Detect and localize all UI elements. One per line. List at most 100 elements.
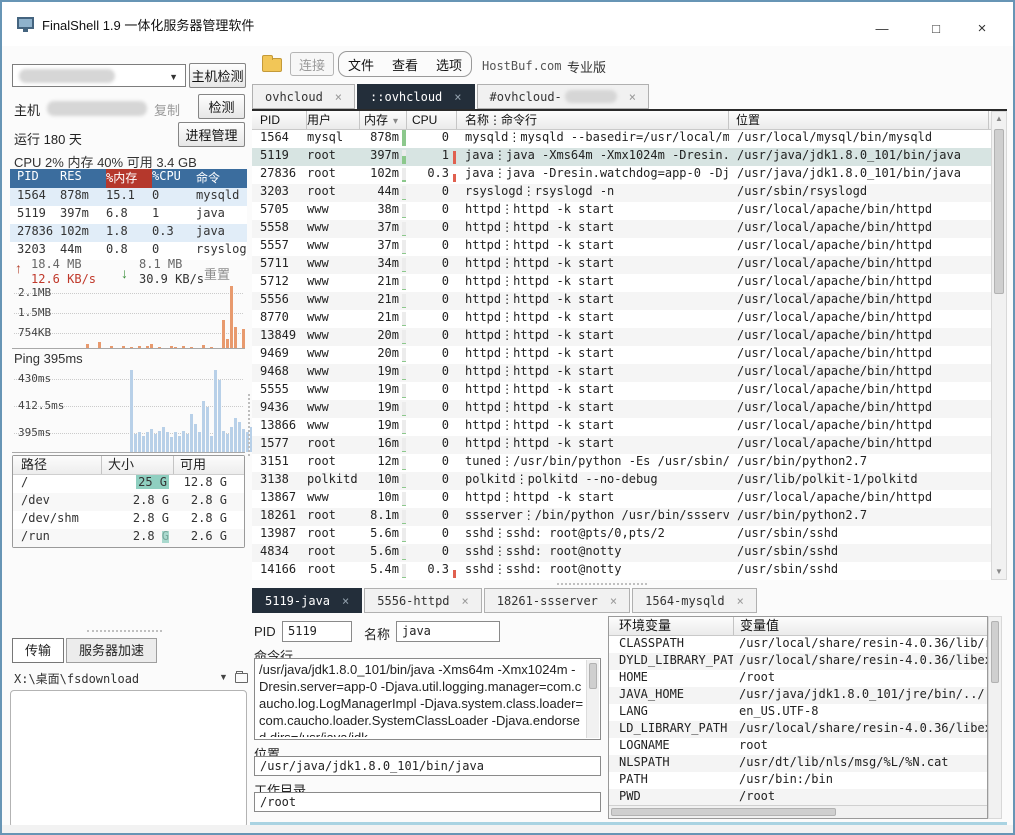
process-table-scrollbar[interactable]: ▲ ▼ bbox=[991, 111, 1007, 580]
location-field[interactable]: /usr/java/jdk1.8.0_101/bin/java bbox=[254, 756, 601, 776]
menu-view[interactable]: 查看 bbox=[392, 55, 418, 74]
scroll-up-icon[interactable]: ▲ bbox=[992, 112, 1006, 126]
column-header[interactable]: 位置 bbox=[729, 111, 989, 129]
scrollbar-thumb[interactable] bbox=[589, 663, 597, 689]
session-tab-ovhcloud[interactable]: #ovhcloud-× bbox=[477, 84, 649, 109]
close-tab-icon[interactable]: × bbox=[462, 594, 469, 608]
detail-tab-1564-mysqld[interactable]: 1564-mysqld× bbox=[632, 588, 757, 613]
process-row[interactable]: 13987root5.6m0sshd⋮sshd: root@pts/0,pts/… bbox=[252, 526, 991, 544]
name-field[interactable]: java bbox=[396, 621, 500, 642]
download-path[interactable]: X:\桌面\fsdownload bbox=[14, 670, 139, 687]
column-header[interactable]: 用户 bbox=[307, 111, 360, 129]
reset-link[interactable]: 重置 bbox=[204, 264, 230, 283]
hostbuf-link[interactable]: HostBuf.com bbox=[482, 59, 561, 73]
vertical-splitter-handle[interactable] bbox=[248, 394, 250, 456]
detail-tab-5119-java[interactable]: 5119-java× bbox=[252, 588, 362, 613]
process-row[interactable]: 8770www21m0httpd⋮httpd -k start/usr/loca… bbox=[252, 310, 991, 328]
command-line-box[interactable]: /usr/java/jdk1.8.0_101/bin/java -Xms64m … bbox=[254, 658, 601, 740]
menu-file[interactable]: 文件 bbox=[348, 55, 374, 74]
scrollbar-thumb[interactable] bbox=[611, 808, 836, 816]
env-row[interactable]: LANGen_US.UTF-8 bbox=[609, 704, 987, 721]
env-row[interactable]: PATH/usr/bin:/bin bbox=[609, 772, 987, 789]
sidebar-tab-[interactable]: 传输 bbox=[12, 638, 64, 663]
process-row[interactable]: 13867www10m0httpd⋮httpd -k start/usr/loc… bbox=[252, 490, 991, 508]
transfer-list-empty[interactable] bbox=[10, 690, 247, 828]
process-row[interactable]: 13849www20m0httpd⋮httpd -k start/usr/loc… bbox=[252, 328, 991, 346]
pro-version-link[interactable]: 专业版 bbox=[567, 57, 606, 76]
close-tab-icon[interactable]: × bbox=[610, 594, 617, 608]
process-row[interactable]: 4834root5.6m0sshd⋮sshd: root@notty/usr/s… bbox=[252, 544, 991, 562]
sidebar-process-row[interactable]: 1564878m15.10mysqld bbox=[10, 188, 247, 206]
main-splitter-handle[interactable] bbox=[557, 583, 647, 585]
column-header[interactable]: PID bbox=[252, 111, 307, 129]
sidebar-splitter-handle[interactable] bbox=[87, 630, 162, 632]
column-header[interactable]: 变量值 bbox=[733, 617, 779, 635]
maximize-button[interactable]: □ bbox=[918, 18, 954, 40]
working-dir-field[interactable]: /root bbox=[254, 792, 601, 812]
env-row[interactable]: LOGNAMEroot bbox=[609, 738, 987, 755]
process-row[interactable]: 1577root16m0httpd⋮httpd -k start/usr/loc… bbox=[252, 436, 991, 454]
process-row[interactable]: 5705www38m0httpd⋮httpd -k start/usr/loca… bbox=[252, 202, 991, 220]
column-header[interactable]: %CPU bbox=[152, 169, 196, 188]
menu-options[interactable]: 选项 bbox=[436, 55, 462, 74]
disk-row[interactable]: /dev/shm2.8 G2.8 G bbox=[13, 511, 244, 529]
close-tab-icon[interactable]: × bbox=[342, 594, 349, 608]
close-tab-icon[interactable]: × bbox=[737, 594, 744, 608]
env-row[interactable]: LD_LIBRARY_PATH/usr/local/share/resin-4.… bbox=[609, 721, 987, 738]
check-button[interactable]: 检测 bbox=[198, 94, 245, 119]
env-row[interactable]: HOME/root bbox=[609, 670, 987, 687]
process-row[interactable]: 3151root12m0tuned⋮/usr/bin/python -Es /u… bbox=[252, 454, 991, 472]
disk-row[interactable]: /dev2.8 G2.8 G bbox=[13, 493, 244, 511]
env-row[interactable]: PWD/root bbox=[609, 789, 987, 806]
sidebar-tab-[interactable]: 服务器加速 bbox=[66, 638, 157, 663]
open-folder-icon[interactable] bbox=[235, 673, 248, 683]
path-dropdown-icon[interactable]: ▼ bbox=[219, 672, 228, 682]
process-row[interactable]: 1564mysql878m0mysqld⋮mysqld --basedir=/u… bbox=[252, 130, 991, 148]
process-row[interactable]: 9469www20m0httpd⋮httpd -k start/usr/loca… bbox=[252, 346, 991, 364]
env-hscrollbar[interactable] bbox=[609, 805, 987, 818]
disk-row[interactable]: /run2.8 G2.6 G bbox=[13, 529, 244, 547]
process-row[interactable]: 5558www37m0httpd⋮httpd -k start/usr/loca… bbox=[252, 220, 991, 238]
column-header[interactable]: 可用 bbox=[173, 456, 233, 474]
column-header[interactable]: 路径 bbox=[13, 456, 101, 474]
process-row[interactable]: 9436www19m0httpd⋮httpd -k start/usr/loca… bbox=[252, 400, 991, 418]
process-row[interactable]: 3138polkitd10m0polkitd⋮polkitd --no-debu… bbox=[252, 472, 991, 490]
scrollbar-thumb[interactable] bbox=[991, 621, 999, 683]
detail-tab-18261-ssserver[interactable]: 18261-ssserver× bbox=[484, 588, 630, 613]
scrollbar-thumb[interactable] bbox=[994, 129, 1004, 294]
env-row[interactable]: CLASSPATH/usr/local/share/resin-4.0.36/l… bbox=[609, 636, 987, 653]
connect-button[interactable]: 连接 bbox=[290, 52, 334, 76]
process-row[interactable]: 9468www19m0httpd⋮httpd -k start/usr/loca… bbox=[252, 364, 991, 382]
column-header[interactable]: %内存 bbox=[106, 169, 152, 188]
folder-icon[interactable] bbox=[262, 58, 282, 72]
column-header[interactable]: 大小 bbox=[101, 456, 173, 474]
column-header[interactable]: 环境变量 bbox=[609, 617, 733, 635]
detail-tab-5556-httpd[interactable]: 5556-httpd× bbox=[364, 588, 481, 613]
host-select-combo[interactable]: ▼ bbox=[12, 64, 186, 87]
close-button[interactable]: × bbox=[964, 18, 1000, 40]
pid-field[interactable]: 5119 bbox=[282, 621, 352, 642]
sidebar-process-row[interactable]: 5119397m6.81java bbox=[10, 206, 247, 224]
process-manager-button[interactable]: 进程管理 bbox=[178, 122, 245, 147]
process-row[interactable]: 5555www19m0httpd⋮httpd -k start/usr/loca… bbox=[252, 382, 991, 400]
process-row[interactable]: 5711www34m0httpd⋮httpd -k start/usr/loca… bbox=[252, 256, 991, 274]
env-row[interactable]: DYLD_LIBRARY_PATH/usr/local/share/resin-… bbox=[609, 653, 987, 670]
copy-link[interactable]: 复制 bbox=[154, 100, 180, 119]
host-check-button[interactable]: 主机检测 bbox=[189, 63, 246, 88]
scroll-down-icon[interactable]: ▼ bbox=[992, 565, 1006, 579]
command-scrollbar[interactable] bbox=[586, 660, 599, 738]
disk-row[interactable]: /25 G12.8 G bbox=[13, 475, 244, 493]
minimize-button[interactable]: — bbox=[864, 18, 900, 40]
column-header[interactable]: 内存 bbox=[360, 111, 407, 129]
close-tab-icon[interactable]: × bbox=[629, 90, 636, 104]
column-header[interactable]: 命令 bbox=[196, 169, 246, 188]
sidebar-process-row[interactable]: 27836102m1.80.3java bbox=[10, 224, 247, 242]
env-row[interactable]: NLSPATH/usr/dt/lib/nls/msg/%L/%N.cat bbox=[609, 755, 987, 772]
close-tab-icon[interactable]: × bbox=[335, 90, 342, 104]
close-tab-icon[interactable]: × bbox=[454, 90, 461, 104]
column-header[interactable]: 名称⋮命令行 bbox=[457, 111, 729, 129]
process-row[interactable]: 5119root397m1java⋮java -Xms64m -Xmx1024m… bbox=[252, 148, 991, 166]
column-header[interactable]: RES bbox=[60, 169, 106, 188]
env-vscrollbar[interactable] bbox=[988, 616, 1002, 819]
process-row[interactable]: 27836root102m0.3java⋮java -Dresin.watchd… bbox=[252, 166, 991, 184]
